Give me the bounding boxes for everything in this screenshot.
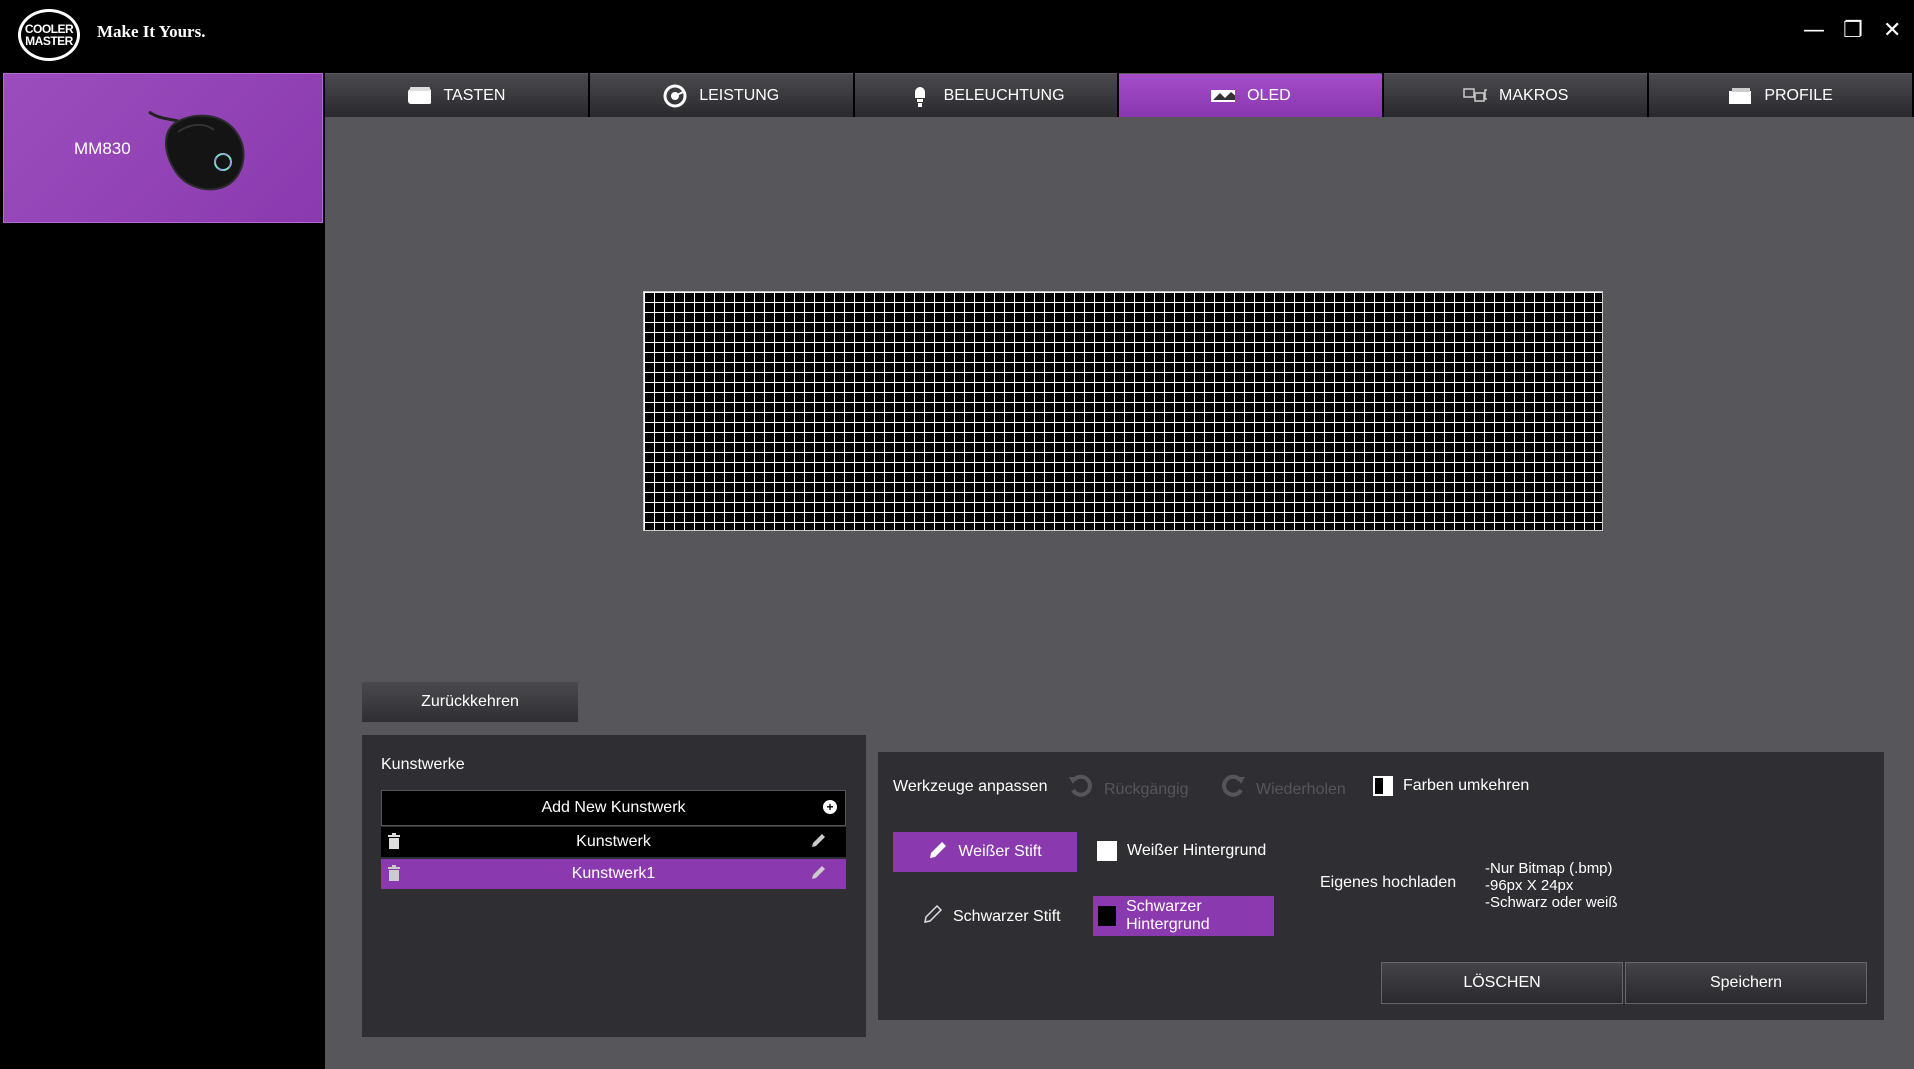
- artworks-title: Kunstwerke: [381, 756, 465, 773]
- black-bg-label: Schwarzer Hintergrund: [1126, 898, 1210, 933]
- artwork-name: Kunstwerk: [576, 833, 651, 850]
- mouse-image: [148, 110, 245, 191]
- close-icon[interactable]: ✕: [1883, 18, 1901, 43]
- white-pen-button[interactable]: Weißer Stift: [893, 832, 1077, 872]
- white-swatch-icon: [1097, 841, 1117, 861]
- cooler-master-logo: COOLER MASTER: [18, 9, 80, 61]
- keyboard-icon: [407, 86, 432, 106]
- black-background-button[interactable]: Schwarzer Hintergrund: [1093, 896, 1274, 936]
- macro-icon: [1463, 86, 1488, 106]
- upload-requirements: -Nur Bitmap (.bmp) -96px X 24px -Schwarz…: [1485, 860, 1618, 911]
- requirement-item: -Nur Bitmap (.bmp): [1485, 860, 1613, 877]
- trash-icon[interactable]: [387, 865, 401, 887]
- trash-icon[interactable]: [387, 833, 401, 855]
- add-artwork-label: Add New Kunstwerk: [541, 799, 686, 816]
- artwork-item[interactable]: Kunstwerk1: [381, 859, 846, 889]
- tab-label: PROFILE: [1764, 86, 1833, 104]
- requirement-item: -Schwarz oder weiß: [1485, 894, 1618, 911]
- pencil-icon: [928, 840, 948, 865]
- tab-profile[interactable]: PROFILE: [1649, 73, 1912, 117]
- pencil-icon: [923, 904, 943, 929]
- minimize-icon[interactable]: —: [1803, 18, 1825, 43]
- undo-label: Rückgängig: [1104, 780, 1189, 798]
- delete-button[interactable]: LÖSCHEN: [1381, 962, 1623, 1004]
- tools-panel: Werkzeuge anpassen Rückgängig Wiederhole…: [878, 752, 1884, 1020]
- tab-label: OLED: [1247, 86, 1291, 104]
- tab-tasten[interactable]: TASTEN: [325, 73, 588, 117]
- tab-beleuchtung[interactable]: BELEUCHTUNG: [854, 73, 1118, 117]
- oled-display-icon: [1211, 86, 1236, 106]
- bulb-icon: [908, 86, 932, 107]
- back-button[interactable]: Zurückkehren: [362, 682, 578, 722]
- tab-label: TASTEN: [443, 86, 506, 104]
- maximize-icon[interactable]: ❐: [1843, 18, 1863, 43]
- pencil-icon[interactable]: [810, 833, 826, 854]
- invert-colors-button[interactable]: Farben umkehren: [1373, 776, 1529, 796]
- oled-pixel-grid[interactable]: [643, 291, 1603, 531]
- save-button[interactable]: Speichern: [1625, 962, 1867, 1004]
- white-background-button[interactable]: Weißer Hintergrund: [1097, 841, 1266, 861]
- title-bar: COOLER MASTER Make It Yours. — ❐ ✕: [0, 0, 1914, 73]
- invert-icon: [1373, 776, 1393, 796]
- tab-label: BELEUCHTUNG: [943, 86, 1065, 104]
- tab-label: LEISTUNG: [699, 86, 780, 104]
- tab-oled[interactable]: OLED: [1119, 73, 1383, 117]
- requirement-item: -96px X 24px: [1485, 877, 1574, 894]
- undo-button[interactable]: Rückgängig: [1068, 774, 1189, 805]
- black-swatch-icon: [1098, 906, 1117, 926]
- redo-icon: [1220, 774, 1246, 805]
- black-pen-label: Schwarzer Stift: [953, 907, 1061, 925]
- add-artwork-button[interactable]: Add New Kunstwerk +: [381, 790, 846, 826]
- device-card[interactable]: MM830: [3, 73, 323, 223]
- main-tabs: TASTEN LEISTUNG BELEUCHTUNG OLED MAKROS …: [325, 73, 1914, 117]
- tools-title: Werkzeuge anpassen: [893, 778, 1048, 795]
- black-pen-button[interactable]: Schwarzer Stift: [923, 904, 1061, 929]
- white-bg-label: Weißer Hintergrund: [1127, 842, 1267, 859]
- undo-icon: [1068, 774, 1094, 805]
- tagline: Make It Yours.: [97, 22, 206, 41]
- tab-makros[interactable]: MAKROS: [1384, 73, 1648, 117]
- redo-button[interactable]: Wiederholen: [1220, 774, 1346, 805]
- artwork-name: Kunstwerk1: [571, 865, 656, 882]
- logo-line-2: MASTER: [25, 34, 73, 48]
- artwork-item[interactable]: Kunstwerk: [381, 827, 846, 857]
- tab-label: MAKROS: [1499, 86, 1569, 104]
- upload-custom-label[interactable]: Eigenes hochladen: [1320, 874, 1456, 892]
- profile-icon: [1728, 86, 1752, 106]
- artworks-panel: Kunstwerke Add New Kunstwerk + Kunstwerk…: [362, 735, 866, 1037]
- tab-leistung[interactable]: LEISTUNG: [589, 73, 853, 117]
- invert-label: Farben umkehren: [1403, 777, 1530, 794]
- plus-circle-icon: +: [823, 800, 837, 814]
- speedometer-icon: [663, 84, 687, 107]
- pencil-icon[interactable]: [810, 865, 826, 886]
- device-name: MM830: [74, 139, 131, 158]
- white-pen-label: Weißer Stift: [958, 843, 1042, 860]
- redo-label: Wiederholen: [1256, 780, 1346, 798]
